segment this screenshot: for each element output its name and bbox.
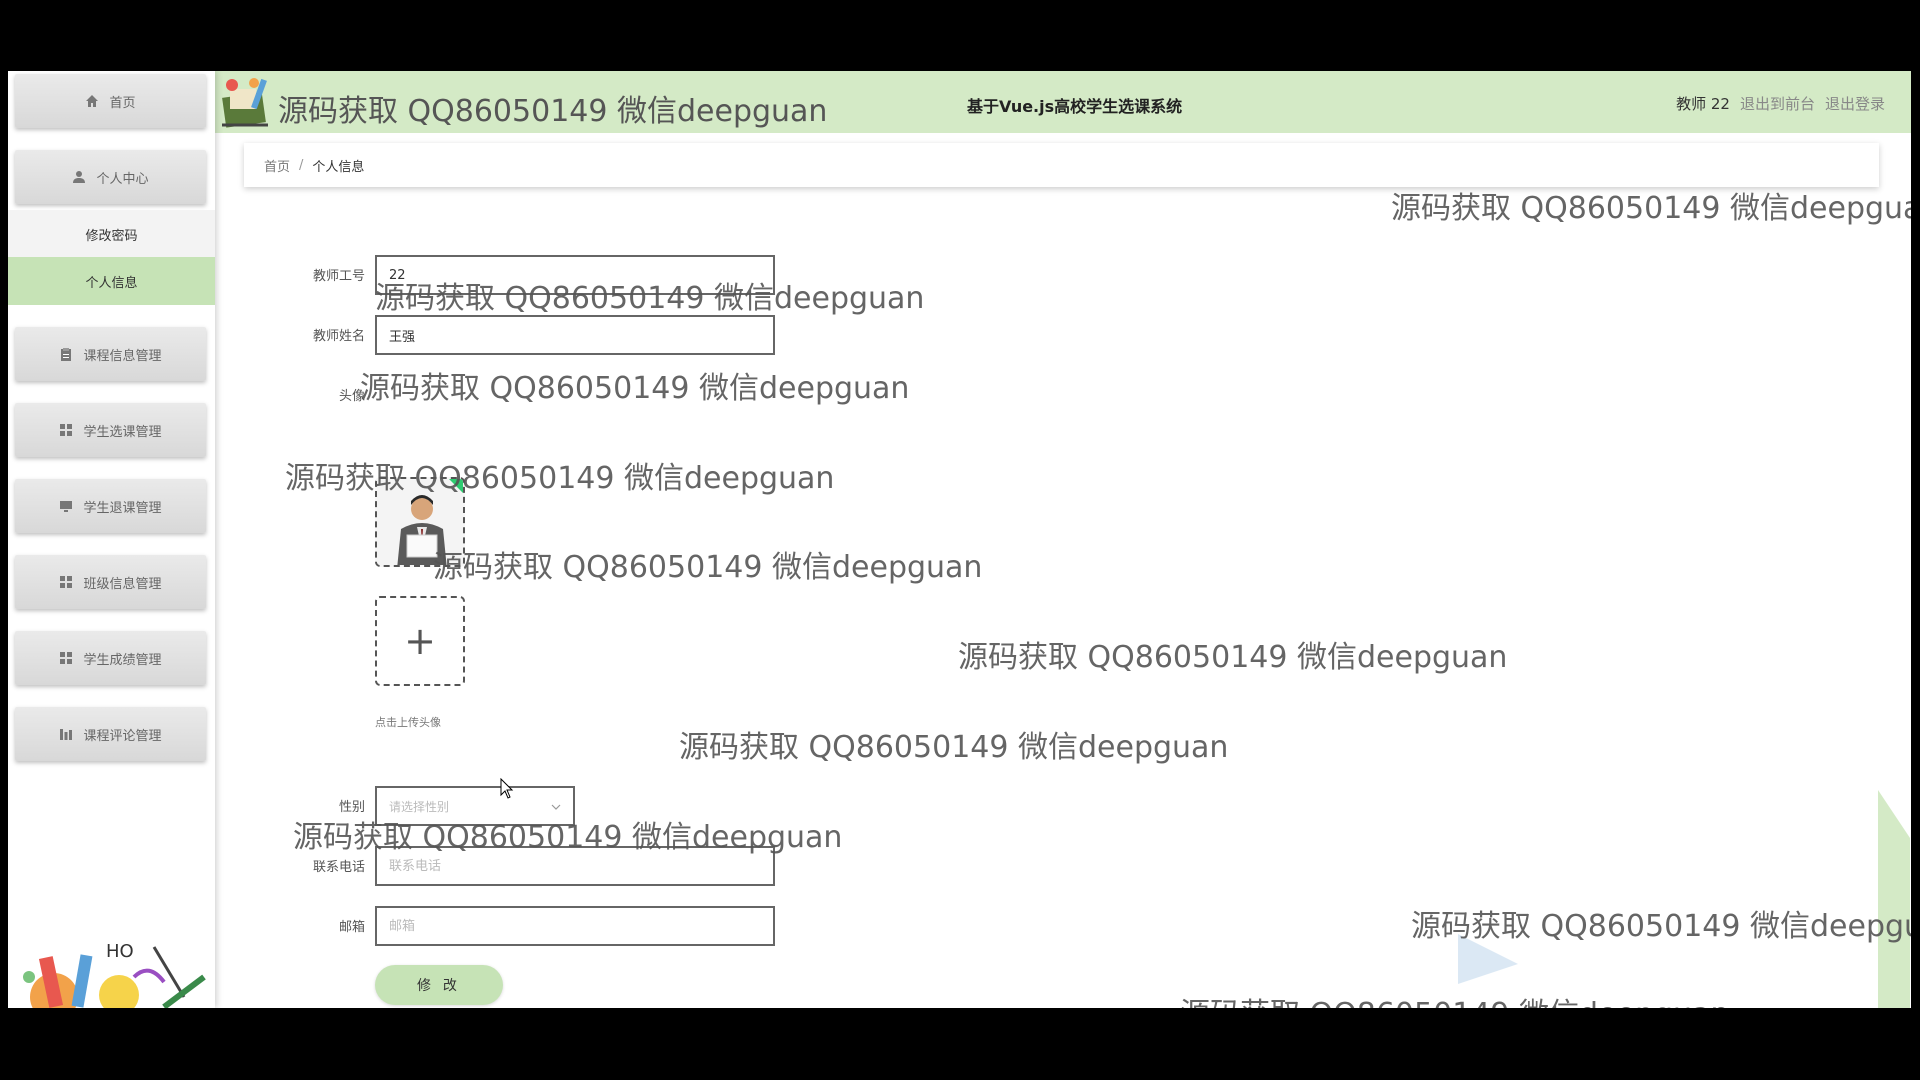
clipboard-icon <box>59 347 73 361</box>
sidebar-item-personal-info[interactable]: 个人信息 <box>8 257 215 305</box>
gender-select-placeholder: 请选择性别 <box>389 799 450 814</box>
grid-icon <box>59 423 73 437</box>
chevron-down-icon <box>551 799 561 813</box>
sidebar-item-course-info[interactable]: 课程信息管理 <box>15 327 206 381</box>
chart-icon <box>59 727 73 741</box>
watermark-text: 源码获取 QQ86050149 微信deepguan <box>679 730 1229 765</box>
screen: 首页 个人中心 修改密码 个人信息 课程信息管理 学生选课管理 学生退课管理 班… <box>0 0 1920 1080</box>
sidebar-item-label: 课程评论管理 <box>83 728 162 744</box>
system-title: 基于Vue.js高校学生选课系统 <box>967 97 1183 116</box>
top-header: 源码获取 QQ86050149 微信deepguan 基于Vue.js高校学生选… <box>215 71 1911 133</box>
gender-select[interactable]: 请选择性别 <box>375 786 575 826</box>
email-label: 邮箱 <box>338 920 365 935</box>
user-area: 教师 22 退出到前台 退出登录 <box>1676 93 1885 114</box>
sidebar-item-class-info[interactable]: 班级信息管理 <box>15 555 206 609</box>
sidebar-item-label: 学生成绩管理 <box>83 652 162 668</box>
breadcrumb-home[interactable]: 首页 <box>264 156 290 175</box>
sidebar-item-change-password[interactable]: 修改密码 <box>8 210 215 258</box>
plus-icon: + <box>404 619 436 663</box>
corner-decoration <box>1878 790 1910 1008</box>
teacher-id-label: 教师工号 <box>312 269 365 284</box>
teacher-name-input[interactable] <box>375 315 775 355</box>
avatar-preview-image <box>375 477 465 567</box>
watermark-text: 源码获取 QQ86050149 微信deepguan <box>360 371 910 406</box>
exit-to-front-link[interactable]: 退出到前台 <box>1740 93 1815 114</box>
sidebar-item-label: 课程信息管理 <box>83 348 162 364</box>
mouse-cursor-icon <box>500 777 516 800</box>
app-window: 首页 个人中心 修改密码 个人信息 课程信息管理 学生选课管理 学生退课管理 班… <box>8 71 1911 1008</box>
upload-tip-text: 点击上传头像 <box>375 716 441 729</box>
breadcrumb: 首页 / 个人信息 <box>244 143 1879 187</box>
sidebar-item-label: 修改密码 <box>85 228 138 244</box>
breadcrumb-current: 个人信息 <box>312 159 365 175</box>
sidebar-item-course-drop[interactable]: 学生退课管理 <box>15 479 206 533</box>
sidebar-item-label: 学生选课管理 <box>83 424 162 440</box>
sidebar-item-personal-center[interactable]: 个人中心 <box>15 150 206 204</box>
logout-link[interactable]: 退出登录 <box>1825 93 1885 114</box>
sidebar-item-course-comments[interactable]: 课程评论管理 <box>15 707 206 761</box>
teacher-name-label: 教师姓名 <box>312 329 365 344</box>
grid-icon <box>59 575 73 589</box>
svg-text:HO: HO <box>106 941 134 962</box>
grid-icon <box>59 651 73 665</box>
teacher-id-input[interactable] <box>375 255 775 295</box>
watermark-text: 源码获取 QQ86050149 微信deepguan <box>1180 989 1729 1008</box>
watermark-text: 源码获取 QQ86050149 微信deepguan <box>285 461 835 496</box>
phone-label: 联系电话 <box>312 860 365 875</box>
watermark-text: 源码获取 QQ86050149 微信deepguan <box>958 640 1508 675</box>
sidebar-item-label: 学生退课管理 <box>83 500 162 516</box>
submit-button[interactable]: 修 改 <box>375 965 503 1005</box>
logo-icon <box>218 73 274 131</box>
sidebar-item-label: 个人中心 <box>96 171 149 187</box>
sidebar-item-label: 首页 <box>109 95 136 111</box>
watermark-text: 源码获取 QQ86050149 微信deepguan <box>433 550 983 585</box>
home-icon <box>85 94 99 108</box>
sidebar-item-home[interactable]: 首页 <box>15 74 206 128</box>
sidebar-item-course-selection[interactable]: 学生选课管理 <box>15 403 206 457</box>
sidebar-item-label: 个人信息 <box>85 275 138 291</box>
header-watermark: 源码获取 QQ86050149 微信deepguan <box>278 94 828 129</box>
sidebar-decoration-image: HO <box>14 937 210 1008</box>
breadcrumb-separator: / <box>299 157 304 173</box>
watermark-text: 源码获取 QQ86050149 微信deepguan <box>1391 191 1911 226</box>
current-user-label: 教师 22 <box>1676 95 1730 113</box>
gender-label: 性别 <box>338 800 365 815</box>
email-input[interactable] <box>375 906 775 946</box>
avatar-label: 头像 <box>338 389 365 404</box>
sidebar-item-grades[interactable]: 学生成绩管理 <box>15 631 206 685</box>
monitor-icon <box>59 499 73 513</box>
avatar-upload-button[interactable]: + <box>375 596 465 686</box>
sidebar-item-label: 班级信息管理 <box>83 576 162 592</box>
sidebar: 首页 个人中心 修改密码 个人信息 课程信息管理 学生选课管理 学生退课管理 班… <box>8 71 215 1008</box>
user-icon <box>72 170 86 184</box>
phone-input[interactable] <box>375 846 775 886</box>
video-play-icon <box>1453 929 1523 989</box>
